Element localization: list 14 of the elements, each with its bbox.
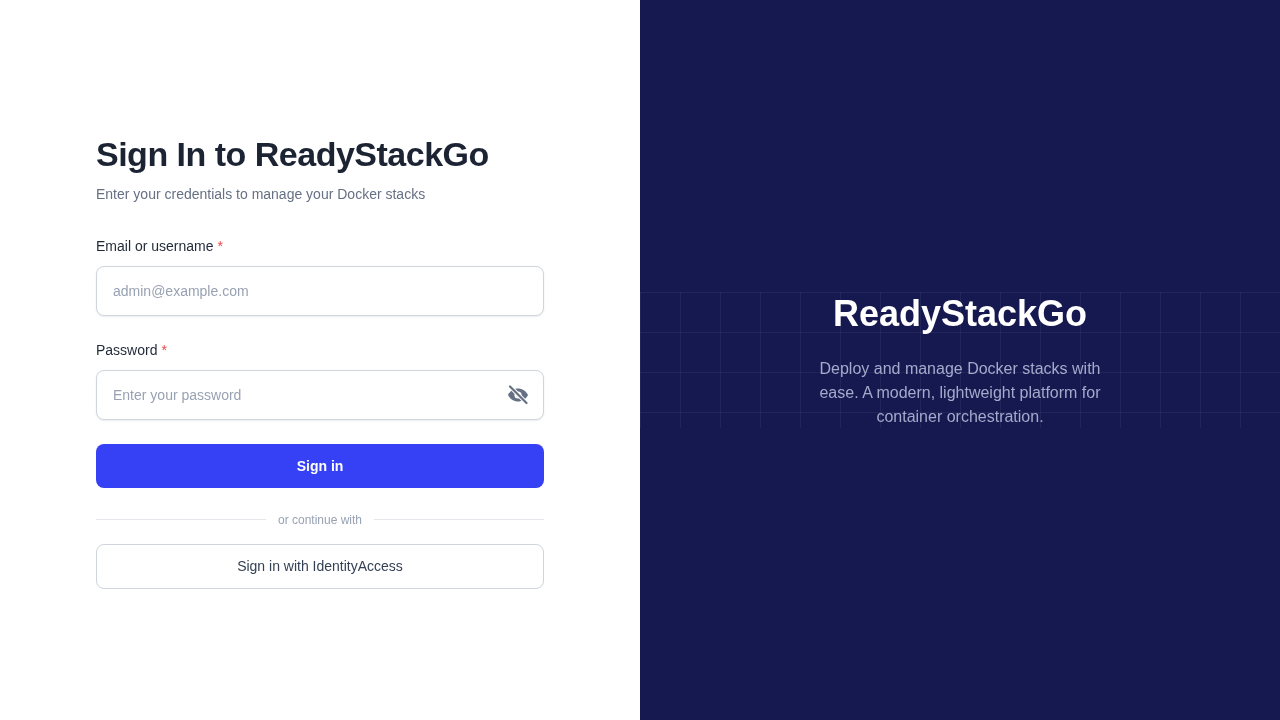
- brand-description: Deploy and manage Docker stacks with ease. A modern, lightweight platform for container orchestration.: [818, 358, 1102, 427]
- page-subtitle: Enter your credentials to manage your Docker stacks: [96, 184, 427, 204]
- password-field[interactable]: Enter your password: [96, 369, 544, 420]
- field-label: Password: [96, 340, 158, 360]
- divider-text: or continue with: [278, 511, 363, 529]
- eye-slash-icon[interactable]: [507, 384, 529, 405]
- page-title: Sign In to ReadyStackGo: [96, 133, 490, 175]
- required-mark: *: [217, 236, 223, 256]
- required-mark: *: [161, 340, 167, 360]
- email-field[interactable]: admin@example.com: [96, 265, 544, 316]
- sso-sign-in-button[interactable]: Sign in with IdentityAccess: [96, 543, 544, 589]
- sign-in-button[interactable]: Sign in: [96, 443, 544, 488]
- field-label: Email or username: [96, 236, 214, 256]
- brand-title: ReadyStackGo: [832, 291, 1088, 336]
